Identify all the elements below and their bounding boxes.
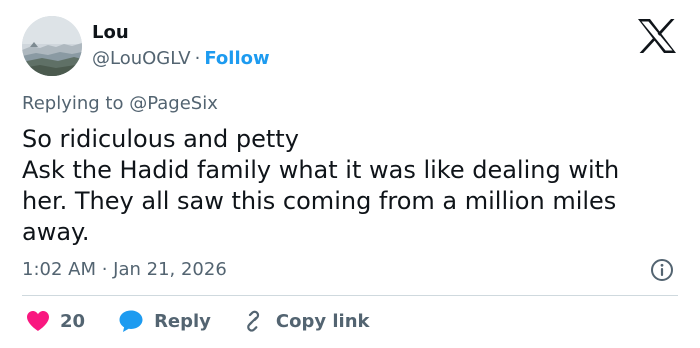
reply-bubble-icon <box>119 310 143 332</box>
copy-link-label: Copy link <box>275 310 370 332</box>
tweet-line: So ridiculous and petty <box>22 125 299 153</box>
replying-to-prefix: Replying to <box>22 93 124 114</box>
info-icon[interactable] <box>650 258 674 282</box>
divider <box>22 295 678 296</box>
timestamp[interactable]: 1:02 AM · Jan 21, 2026 <box>22 258 227 282</box>
action-bar: 20 Reply Copy link <box>22 308 370 334</box>
avatar[interactable] <box>22 16 82 76</box>
x-logo-icon[interactable] <box>636 18 678 54</box>
tweet-line: Ask the Hadid family what it was like de… <box>22 156 620 184</box>
follow-button[interactable]: Follow <box>204 48 269 69</box>
handle-row: @LouOGLV · Follow <box>92 48 270 70</box>
display-name[interactable]: Lou <box>92 22 129 44</box>
replying-to-mention[interactable]: @PageSix <box>129 93 218 114</box>
copy-link-button[interactable]: Copy link <box>241 309 370 333</box>
user-handle[interactable]: @LouOGLV <box>92 48 191 69</box>
reply-label: Reply <box>154 310 211 332</box>
replying-to-line: Replying to @PageSix <box>22 92 218 116</box>
heart-icon <box>27 311 49 331</box>
like-count: 20 <box>60 310 86 332</box>
landscape-avatar-image <box>22 16 82 76</box>
tweet-line: her. They all saw this coming from a mil… <box>22 187 617 215</box>
tweet-line: away. <box>22 218 90 246</box>
like-button[interactable]: 20 <box>26 310 85 332</box>
separator-dot: · <box>194 48 201 69</box>
tweet-text: So ridiculous and petty Ask the Hadid fa… <box>22 124 682 248</box>
link-icon <box>247 310 260 332</box>
reply-button[interactable]: Reply <box>118 309 211 333</box>
